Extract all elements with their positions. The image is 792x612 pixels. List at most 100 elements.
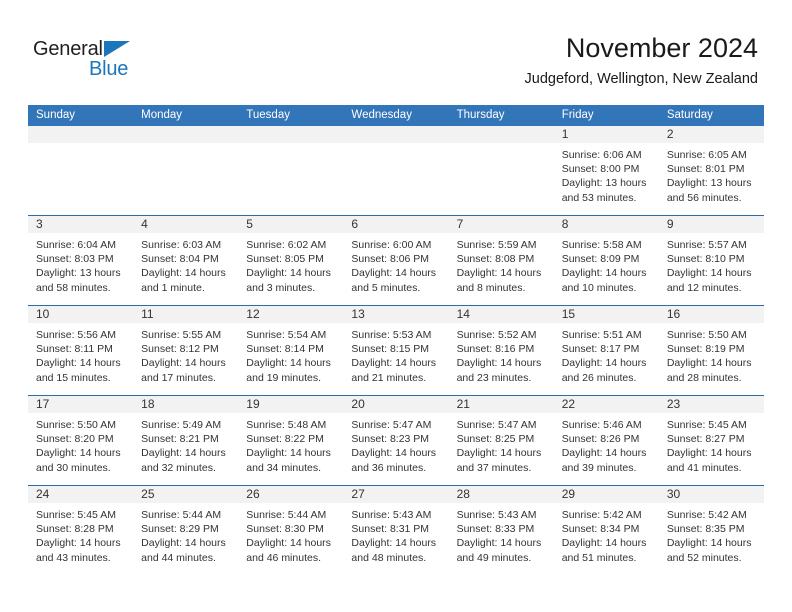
daylight-text-line1: Daylight: 14 hours	[456, 267, 542, 280]
day-number-band: 1	[553, 126, 659, 143]
day-sun-info: Sunrise: 5:44 AM Sunset: 8:29 PM Daylight:…	[133, 503, 238, 565]
calendar-day-cell[interactable]: 23 Sunrise: 5:45 AM Sunset: 8:27 PM Dayligh…	[658, 396, 764, 485]
calendar-day-cell[interactable]: 21 Sunrise: 5:47 AM Sunset: 8:25 PM Dayligh…	[448, 396, 554, 485]
calendar-day-cell[interactable]: 11 Sunrise: 5:55 AM Sunset: 8:12 PM Dayligh…	[133, 306, 239, 395]
day-sun-info: Sunrise: 5:56 AM Sunset: 8:11 PM Daylight:…	[28, 323, 133, 385]
daylight-text-line1: Daylight: 14 hours	[561, 537, 647, 550]
day-number-band: 26	[238, 486, 344, 503]
sunset-text: Sunset: 8:35 PM	[666, 523, 745, 536]
calendar-day-cell[interactable]: 8 Sunrise: 5:58 AM Sunset: 8:09 PM Daylight…	[553, 216, 659, 305]
sunrise-text: Sunrise: 5:56 AM	[36, 329, 116, 341]
calendar-day-cell[interactable]: 13 Sunrise: 5:53 AM Sunset: 8:15 PM Dayligh…	[343, 306, 449, 395]
day-number: 12	[246, 307, 260, 321]
sunrise-text: Sunrise: 5:57 AM	[666, 239, 747, 251]
calendar-day-cell[interactable]: 15 Sunrise: 5:51 AM Sunset: 8:17 PM Dayligh…	[553, 306, 659, 395]
day-number: 2	[666, 127, 674, 141]
daylight-text-line2: and 10 minutes.	[561, 281, 637, 294]
daylight-text-line1: Daylight: 14 hours	[561, 447, 647, 460]
daylight-text-line1: Daylight: 13 hours	[561, 177, 647, 190]
calendar-day-cell[interactable]: 9 Sunrise: 5:57 AM Sunset: 8:10 PM Daylight…	[658, 216, 764, 305]
day-number-band	[133, 126, 239, 143]
day-sun-info: Sunrise: 6:04 AM Sunset: 8:03 PM Daylight:…	[28, 233, 133, 295]
sunset-text: Sunset: 8:33 PM	[456, 523, 535, 536]
sunset-text: Sunset: 8:17 PM	[561, 343, 640, 356]
calendar-day-cell[interactable]: 7 Sunrise: 5:59 AM Sunset: 8:08 PM Daylight…	[448, 216, 554, 305]
calendar-grid: Sunday Monday Tuesday Wednesday Thursday…	[28, 105, 764, 575]
sunset-text: Sunset: 8:14 PM	[246, 343, 324, 356]
day-number: 18	[141, 397, 155, 411]
day-sun-info: Sunrise: 5:58 AM Sunset: 8:09 PM Daylight:…	[554, 233, 659, 295]
calendar-day-cell[interactable]: 1 Sunrise: 6:06 AM Sunset: 8:00 PM Daylight…	[553, 126, 659, 215]
calendar-day-cell[interactable]: 30 Sunrise: 5:42 AM Sunset: 8:35 PM Dayligh…	[658, 486, 764, 575]
day-sun-info: Sunrise: 5:52 AM Sunset: 8:16 PM Daylight:…	[449, 323, 554, 385]
calendar-day-cell[interactable]: 27 Sunrise: 5:43 AM Sunset: 8:31 PM Dayligh…	[343, 486, 449, 575]
sunrise-text: Sunrise: 5:46 AM	[561, 419, 642, 431]
day-number: 20	[351, 397, 365, 411]
sunrise-text: Sunrise: 5:55 AM	[141, 329, 222, 341]
calendar-day-cell[interactable]: 17 Sunrise: 5:50 AM Sunset: 8:20 PM Dayligh…	[28, 396, 134, 485]
sunrise-text: Sunrise: 5:47 AM	[351, 419, 432, 431]
calendar-day-cell[interactable]: 16 Sunrise: 5:50 AM Sunset: 8:19 PM Dayligh…	[658, 306, 764, 395]
daylight-text-line1: Daylight: 14 hours	[141, 537, 226, 550]
sunrise-text: Sunrise: 6:02 AM	[246, 239, 327, 251]
calendar-day-cell[interactable]: 3 Sunrise: 6:04 AM Sunset: 8:03 PM Daylight…	[28, 216, 134, 305]
sunset-text: Sunset: 8:15 PM	[351, 343, 430, 356]
calendar-day-cell[interactable]: 5 Sunrise: 6:02 AM Sunset: 8:05 PM Daylight…	[238, 216, 344, 305]
day-number-band: 7	[448, 216, 554, 233]
day-number: 16	[666, 307, 681, 321]
calendar-day-cell[interactable]: 2 Sunrise: 6:05 AM Sunset: 8:01 PM Daylight…	[658, 126, 764, 215]
calendar-day-cell[interactable]: 25 Sunrise: 5:44 AM Sunset: 8:29 PM Dayligh…	[133, 486, 239, 575]
sunset-text: Sunset: 8:19 PM	[666, 343, 745, 356]
day-number-band: 29	[553, 486, 659, 503]
calendar-day-cell[interactable]: 22 Sunrise: 5:46 AM Sunset: 8:26 PM Dayligh…	[553, 396, 659, 485]
day-sun-info: Sunrise: 5:46 AM Sunset: 8:26 PM Daylight:…	[554, 413, 659, 475]
day-number: 10	[36, 307, 50, 321]
day-sun-info: Sunrise: 5:47 AM Sunset: 8:23 PM Daylight:…	[343, 413, 448, 475]
sunset-text: Sunset: 8:05 PM	[246, 253, 324, 266]
sunset-text: Sunset: 8:26 PM	[561, 433, 640, 446]
day-sun-info: Sunrise: 5:45 AM Sunset: 8:28 PM Daylight:…	[28, 503, 133, 565]
day-number-band: 16	[658, 306, 764, 323]
daylight-text-line2: and 39 minutes.	[561, 461, 637, 474]
day-number: 19	[246, 397, 260, 411]
sunrise-text: Sunrise: 6:06 AM	[561, 149, 642, 161]
calendar-day-cell[interactable]: 12 Sunrise: 5:54 AM Sunset: 8:14 PM Dayligh…	[238, 306, 344, 395]
day-sun-info: Sunrise: 5:50 AM Sunset: 8:19 PM Daylight:…	[659, 323, 764, 385]
calendar-week-inner: 3 Sunrise: 6:04 AM Sunset: 8:03 PM Daylight…	[28, 216, 764, 305]
sunrise-text: Sunrise: 5:52 AM	[456, 329, 537, 341]
sunset-text: Sunset: 8:11 PM	[36, 343, 113, 356]
calendar-day-cell[interactable]: 26 Sunrise: 5:44 AM Sunset: 8:30 PM Dayligh…	[238, 486, 344, 575]
day-number: 1	[561, 127, 569, 141]
daylight-text-line2: and 3 minutes.	[246, 281, 316, 294]
day-number-band: 4	[133, 216, 239, 233]
sunset-text: Sunset: 8:31 PM	[351, 523, 430, 536]
general-blue-logo[interactable]: General Blue	[33, 38, 153, 82]
calendar-day-cell[interactable]: 4 Sunrise: 6:03 AM Sunset: 8:04 PM Daylight…	[133, 216, 239, 305]
daylight-text-line2: and 32 minutes.	[141, 461, 216, 474]
weekday-header-thursday: Thursday	[456, 109, 505, 121]
day-number: 7	[456, 217, 464, 231]
calendar-day-cell[interactable]: 18 Sunrise: 5:49 AM Sunset: 8:21 PM Dayligh…	[133, 396, 239, 485]
calendar-day-cell[interactable]: 10 Sunrise: 5:56 AM Sunset: 8:11 PM Dayligh…	[28, 306, 134, 395]
day-sun-info: Sunrise: 5:49 AM Sunset: 8:21 PM Daylight:…	[133, 413, 238, 475]
sunrise-text: Sunrise: 5:48 AM	[246, 419, 327, 431]
triangle-icon	[104, 41, 130, 57]
daylight-text-line2: and 26 minutes.	[561, 371, 637, 384]
day-number: 13	[351, 307, 365, 321]
day-number-band: 23	[658, 396, 764, 413]
calendar-day-cell[interactable]: 24 Sunrise: 5:45 AM Sunset: 8:28 PM Dayligh…	[28, 486, 134, 575]
daylight-text-line1: Daylight: 14 hours	[246, 447, 331, 460]
day-number: 22	[561, 397, 576, 411]
calendar-day-cell[interactable]: 28 Sunrise: 5:43 AM Sunset: 8:33 PM Dayligh…	[448, 486, 554, 575]
calendar-day-cell[interactable]: 6 Sunrise: 6:00 AM Sunset: 8:06 PM Daylight…	[343, 216, 449, 305]
calendar-day-cell[interactable]: 29 Sunrise: 5:42 AM Sunset: 8:34 PM Dayligh…	[553, 486, 659, 575]
calendar-day-cell[interactable]: 19 Sunrise: 5:48 AM Sunset: 8:22 PM Dayligh…	[238, 396, 344, 485]
calendar-day-cell[interactable]: 20 Sunrise: 5:47 AM Sunset: 8:23 PM Dayligh…	[343, 396, 449, 485]
calendar-day-cell[interactable]: 14 Sunrise: 5:52 AM Sunset: 8:16 PM Dayligh…	[448, 306, 554, 395]
day-sun-info: Sunrise: 5:57 AM Sunset: 8:10 PM Daylight:…	[659, 233, 764, 295]
day-number: 8	[561, 217, 569, 231]
day-sun-info: Sunrise: 5:42 AM Sunset: 8:35 PM Daylight:…	[659, 503, 764, 565]
sunset-text: Sunset: 8:29 PM	[141, 523, 219, 536]
day-sun-info: Sunrise: 5:47 AM Sunset: 8:25 PM Daylight:…	[449, 413, 554, 475]
weekday-header-row: Sunday Monday Tuesday Wednesday Thursday…	[28, 105, 764, 126]
